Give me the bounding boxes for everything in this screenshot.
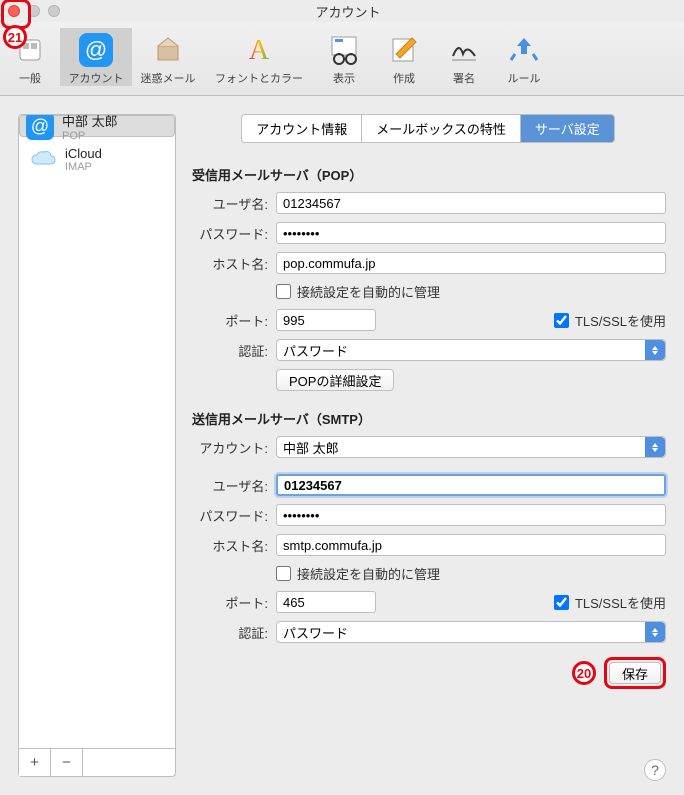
incoming-title: 受信用メールサーバ（POP）: [192, 165, 666, 184]
incoming-host-field[interactable]: [276, 252, 666, 274]
incoming-password-field[interactable]: [276, 222, 666, 244]
tab-rules[interactable]: ルール: [494, 28, 554, 86]
compose-icon: [390, 36, 418, 64]
glasses-icon: [329, 35, 359, 65]
outgoing-title: 送信用メールサーバ（SMTP）: [192, 409, 666, 428]
incoming-username-field[interactable]: [276, 192, 666, 214]
junk-icon: [153, 36, 183, 64]
prefs-toolbar: 一般 @ アカウント 迷惑メール A フォントとカラー 表示 作成 署名 ルール: [0, 22, 684, 96]
outgoing-host-field[interactable]: [276, 534, 666, 556]
tab-fonts[interactable]: A フォントとカラー: [204, 28, 314, 86]
detail-tabs: アカウント情報 メールボックスの特性 サーバ設定: [241, 114, 615, 143]
titlebar: アカウント: [0, 0, 684, 22]
tab-signatures[interactable]: 署名: [434, 28, 494, 86]
fonts-icon: A: [242, 35, 276, 65]
tab-composing[interactable]: 作成: [374, 28, 434, 86]
rules-icon: [509, 36, 539, 64]
tab-mailbox-behaviors[interactable]: メールボックスの特性: [362, 115, 521, 142]
signature-icon: [449, 36, 479, 64]
accounts-window: アカウント 21 一般 @ アカウント 迷惑メール A フォントとカラー 表示 …: [0, 0, 684, 795]
accounts-sidebar: @ 中部 太郎 POP iCloud IMAP + −: [18, 114, 176, 777]
incoming-auth-select[interactable]: パスワード: [276, 339, 666, 361]
outgoing-tls-checkbox[interactable]: TLS/SSLを使用: [554, 593, 666, 612]
outgoing-auto-checkbox[interactable]: 接続設定を自動的に管理: [276, 564, 666, 583]
tab-viewing[interactable]: 表示: [314, 28, 374, 86]
add-account-button[interactable]: +: [19, 749, 51, 776]
incoming-tls-checkbox[interactable]: TLS/SSLを使用: [554, 311, 666, 330]
svg-text:A: A: [249, 35, 270, 65]
outgoing-account-select[interactable]: 中部 太郎: [276, 436, 666, 458]
outgoing-auth-select[interactable]: パスワード: [276, 621, 666, 643]
tab-junk[interactable]: 迷惑メール: [132, 28, 204, 86]
cloud-icon: [29, 145, 57, 173]
tab-server-settings[interactable]: サーバ設定: [521, 115, 614, 142]
at-icon: @: [79, 33, 113, 67]
pop-advanced-button[interactable]: POPの詳細設定: [276, 369, 394, 391]
callout-number-20: 20: [572, 661, 596, 685]
tab-account-info[interactable]: アカウント情報: [242, 115, 362, 142]
tab-accounts[interactable]: @ アカウント: [60, 28, 132, 86]
help-button[interactable]: ?: [644, 759, 666, 781]
window-close-button[interactable]: [8, 5, 20, 17]
at-icon: @: [26, 115, 54, 140]
switches-icon: [16, 36, 44, 64]
outgoing-username-field[interactable]: [276, 474, 666, 496]
incoming-auto-checkbox[interactable]: 接続設定を自動的に管理: [276, 282, 666, 301]
save-button[interactable]: 保存: [609, 662, 661, 684]
remove-account-button[interactable]: −: [51, 749, 83, 776]
outgoing-password-field[interactable]: [276, 504, 666, 526]
incoming-port-field[interactable]: [276, 309, 376, 331]
outgoing-port-field[interactable]: [276, 591, 376, 613]
account-item[interactable]: iCloud IMAP: [19, 137, 175, 181]
tab-general[interactable]: 一般: [0, 28, 60, 86]
window-title: アカウント: [20, 2, 676, 21]
account-item[interactable]: @ 中部 太郎 POP: [19, 115, 175, 137]
